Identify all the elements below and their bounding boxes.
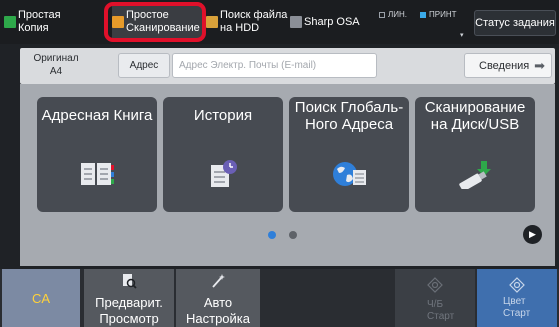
tab-sharp-osa-label: Sharp OSA — [304, 15, 360, 28]
clear-all-button[interactable]: CA — [2, 269, 80, 327]
tab-easy-copy-label: Простая Копия — [18, 9, 61, 34]
tab-easy-copy[interactable]: Простая Копия — [4, 3, 92, 41]
page-indicator-inactive[interactable] — [289, 231, 297, 239]
scan-to-usb-label: Сканирование на Диск/USB — [424, 99, 526, 133]
print-indicator-label: ПРИНТ — [429, 10, 457, 19]
auto-setting-label: Авто Настройка — [186, 295, 250, 326]
tab-sharp-osa[interactable]: Sharp OSA — [290, 3, 368, 41]
play-arrow-icon: ▶ — [529, 229, 536, 239]
history-button[interactable]: История — [163, 97, 283, 212]
tab-hdd-file-search-label: Поиск файла на HDD — [220, 9, 288, 34]
usb-scan-icon — [459, 161, 491, 189]
start-diamond-icon — [509, 277, 525, 293]
auto-setting-button[interactable]: Авто Настройка — [176, 269, 260, 327]
history-label: История — [193, 107, 253, 124]
preview-button[interactable]: Предварит. Просмотр — [84, 269, 174, 327]
bw-start-button[interactable]: Ч/Б Старт — [395, 269, 475, 327]
details-button[interactable]: Сведения ➡ — [464, 53, 552, 78]
global-address-search-label: Поиск Глобаль- Ного Адреса — [294, 99, 404, 133]
hdd-search-icon — [206, 16, 218, 28]
color-start-label: Цвет Старт — [503, 296, 531, 319]
magic-wand-icon — [212, 274, 225, 288]
print-indicator: ПРИНТ — [420, 10, 457, 19]
line-lamp-icon — [379, 11, 385, 18]
address-book-button[interactable]: Адресная Книга — [37, 97, 157, 212]
address-button[interactable]: Адрес — [118, 53, 170, 78]
color-start-button[interactable]: Цвет Старт — [477, 269, 557, 327]
page-indicator-active — [268, 231, 276, 239]
start-diamond-icon — [427, 277, 443, 293]
history-icon — [211, 160, 237, 187]
tab-hdd-file-search[interactable]: Поиск файла на HDD — [206, 3, 288, 41]
preview-icon — [123, 274, 137, 289]
line-indicator-label: ЛИН. — [388, 10, 407, 19]
global-address-search-button[interactable]: Поиск Глобаль- Ного Адреса — [289, 97, 409, 212]
preview-label: Предварит. Просмотр — [95, 295, 163, 326]
email-address-input[interactable]: Адрес Электр. Почты (E-mail) — [172, 53, 377, 78]
copy-mode-icon — [4, 16, 16, 28]
osa-icon — [290, 16, 302, 28]
scan-to-usb-button[interactable]: Сканирование на Диск/USB — [415, 97, 535, 212]
global-address-search-icon — [333, 162, 366, 186]
bw-start-label: Ч/Б Старт — [427, 299, 455, 322]
print-lamp-icon — [420, 11, 426, 18]
address-book-label: Адресная Книга — [41, 107, 153, 124]
selected-tab-highlight — [104, 2, 206, 42]
address-book-icon — [81, 163, 114, 185]
line-indicator: ЛИН. — [379, 10, 407, 19]
details-button-label: Сведения — [479, 59, 530, 72]
next-page-button[interactable]: ▶ — [523, 225, 542, 244]
original-setting[interactable]: Оригинал A4 — [26, 52, 86, 78]
job-status-button[interactable]: Статус задания — [474, 10, 556, 36]
caret-down-icon: ▾ — [460, 32, 464, 39]
arrow-right-icon: ➡ — [534, 58, 545, 73]
original-size: A4 — [49, 66, 63, 77]
original-label: Оригинал — [33, 53, 79, 64]
